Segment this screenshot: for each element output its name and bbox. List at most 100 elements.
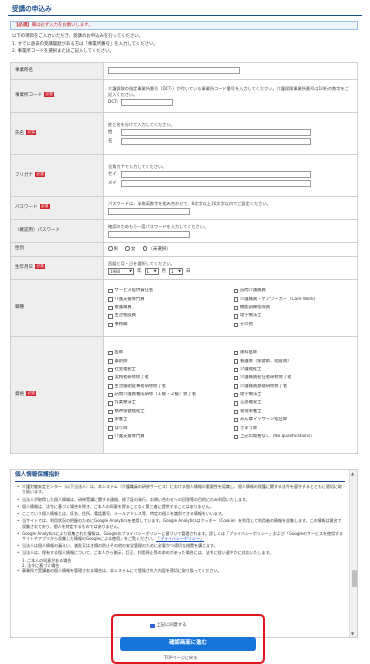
qualification-option[interactable]: 理学療法士 [233,392,354,398]
privacy-item: ここでいう個人情報とは、氏名、住所、電話番号、メールアドレス等、特定の個人を識別… [17,511,343,517]
qualification-option-label: 作業療法士 [114,400,136,406]
birth-day-select[interactable]: 1 ▼ [169,268,183,276]
required-badge: 必須 [26,129,37,135]
intro-line: 以下の項目をご入力いただき、受講のお申込みを行ってください。 [12,34,144,39]
qualification-option-label: 訪問介護員養成研修（１級・２級）修了者 [114,392,197,398]
job-option[interactable]: サービス提供責任者 [108,288,228,294]
qualification-option[interactable]: 訪問介護員養成研修（１級・２級）修了者 [108,392,228,398]
qualification-option[interactable]: 歯科医師 [233,350,354,356]
qualification-option[interactable]: 実務者研修修了者 [108,375,228,381]
password-confirm-input[interactable] [108,231,190,239]
gender-option-unselected[interactable]: （未選択） [142,246,171,252]
checkbox-icon [233,375,238,381]
checkbox-icon [108,426,113,431]
qualification-option[interactable]: 社会福祉士 [108,367,228,373]
back-to-top-link[interactable]: TOPページに戻る [164,655,197,661]
qualification-option-label: 看護師（保健師、助産師） [240,358,292,364]
required-badge: 必須 [35,264,46,270]
qualification-option[interactable]: 介護福祉士 [233,367,354,373]
privacy-scrollbar[interactable]: ▲ ▼ [349,470,357,637]
qualification-option[interactable]: 介護職員基礎研修修了者 [233,384,354,390]
birth-year-select[interactable]: 1980 ▼ [108,268,134,276]
year-suffix: 年 [137,268,142,274]
privacy-item: 個人情報は、法令に基づく場合を除き、ご本人の同意を得ることなく第三者に提供するこ… [17,504,343,510]
row-job: 職種 サービス提供責任者 訪問介護職員 介護支援専門員 介護職員・ケアワーカー（Car… [10,279,358,337]
checkbox-icon [108,384,113,389]
row-office-name: 事業所名 [10,62,358,80]
chevron-down-icon: ▼ [153,269,157,274]
qualification-option[interactable]: 上記の資格なし（No qualifications） [233,434,354,440]
qualification-option[interactable]: 栄養士 [108,417,228,423]
required-notice: 【必須】欄は必ず入力をお願いします。 [10,21,358,30]
qualification-option-label: 歯科医師 [240,350,258,356]
privacy-policy-box[interactable]: 個人情報保護指針 介護労働安定センター（以下当法人）は、本システム（介護職員の研… [10,469,358,638]
qualification-option[interactable]: 作業療法士 [108,400,228,406]
qualification-option-label: 介護職員初任者研修修了者 [240,375,292,381]
privacy-title: 個人情報保護指針 [15,472,60,478]
birth-month-value: 1 [146,269,150,275]
confirm-button[interactable]: 確認画面に進む [120,637,256,651]
job-option[interactable]: 事務職 [108,322,228,328]
first-name-input[interactable] [121,138,311,146]
job-option[interactable]: 訪問介護職員 [233,288,354,294]
office-code-prefix: DCT- [108,99,119,105]
qualification-option[interactable]: 言語聴覚士 [233,400,354,406]
office-code-input[interactable] [121,99,174,107]
qualification-option[interactable]: 医師 [108,350,228,356]
row-name: 氏名 必須 姓と名を分けて入力してください。 姓 名 [10,112,358,155]
job-option[interactable]: 介護支援専門員 [108,297,228,303]
last-name-input[interactable] [121,129,311,137]
agree-checkbox[interactable]: 上記に同意する [150,623,187,629]
birth-month-select[interactable]: 1 ▼ [144,268,159,276]
checkbox-icon [233,350,238,356]
privacy-body: 介護労働安定センター（以下当法人）は、本システム（介護職員の研修サービス）におけ… [17,484,343,576]
qualification-option-label: 社会福祉士 [114,366,136,372]
job-option[interactable]: 生活相談員 [108,313,228,319]
qualification-option[interactable]: 介護支援専門員 [108,434,228,440]
privacy-policy-link[interactable]: 「プライバシーポリシー」 [156,536,204,541]
registration-form: 事業所名 事業所コード 必須 介護保険の指定事業所番号（DCT-）が付いている事業… [10,62,358,454]
job-option[interactable]: 介護職員・ケアワーカー（Care Work） [233,297,354,303]
job-option[interactable]: 機能訓練指導員 [233,305,354,311]
qualification-option[interactable]: 管理栄養士 [233,409,354,415]
gender-option-female[interactable]: 女 [125,246,135,252]
checkbox-icon [108,297,113,302]
office-name-input[interactable] [108,66,240,74]
checkbox-icon [108,409,113,415]
checkbox-icon [108,322,113,328]
first-name-kana-label: メイ [108,180,117,186]
privacy-item: 当法人は、保有する個人情報について、ご本人から開示、訂正、利用停止等の求めがあっ… [17,550,343,556]
qualification-option[interactable]: きゅう師 [233,425,354,432]
qualification-option[interactable]: 介護職員初任者研修修了者 [233,375,354,381]
qualification-option[interactable]: 生活援助従事者研修修了者 [108,384,228,390]
password-confirm-note: 確認のためもう一度パスワードを入力してください。 [108,223,209,229]
gender-option-male[interactable]: 男 [108,246,119,252]
password-input[interactable] [108,208,190,216]
job-option[interactable]: その他 [233,322,354,328]
qualification-option-label: きゅう師 [240,425,258,431]
gender-option-label: 男 [113,246,119,252]
first-name-kana-input[interactable] [121,180,311,188]
privacy-item: Google Analyticsにより収集された情報は、Googleのプライバシ… [17,531,343,542]
qualification-option[interactable]: あん摩マッサージ指圧師 [233,417,354,423]
checkbox-icon [233,392,238,398]
job-options: サービス提供責任者 訪問介護職員 介護支援専門員 介護職員・ケアワーカー（Care W… [108,288,354,328]
radio-icon [108,246,113,251]
checkbox-icon [233,297,238,302]
qualification-option[interactable]: 精神保健福祉士 [108,409,228,415]
qualification-option-label: 理学療法士 [240,392,262,398]
row-office-code: 事業所コード 必須 介護保険の指定事業所番号（DCT-）が付いている事業所コード番… [10,79,358,113]
qualification-option[interactable]: 薬剤師 [108,359,228,365]
checkbox-icon [233,359,238,364]
scroll-down-icon[interactable]: ▼ [351,631,354,636]
job-option[interactable]: 看護職員 [108,305,228,311]
qualification-option[interactable]: はり師 [108,426,228,432]
scroll-up-icon[interactable]: ▲ [351,471,354,476]
job-option[interactable]: 理学療法士 [233,313,354,319]
radio-icon [125,246,130,251]
scroll-thumb[interactable] [351,570,357,587]
last-name-kana-input[interactable] [121,171,311,179]
qualification-option[interactable]: 看護師（保健師、助産師） [233,358,354,365]
first-name-label: 名 [108,138,113,144]
checkbox-icon [108,417,113,423]
